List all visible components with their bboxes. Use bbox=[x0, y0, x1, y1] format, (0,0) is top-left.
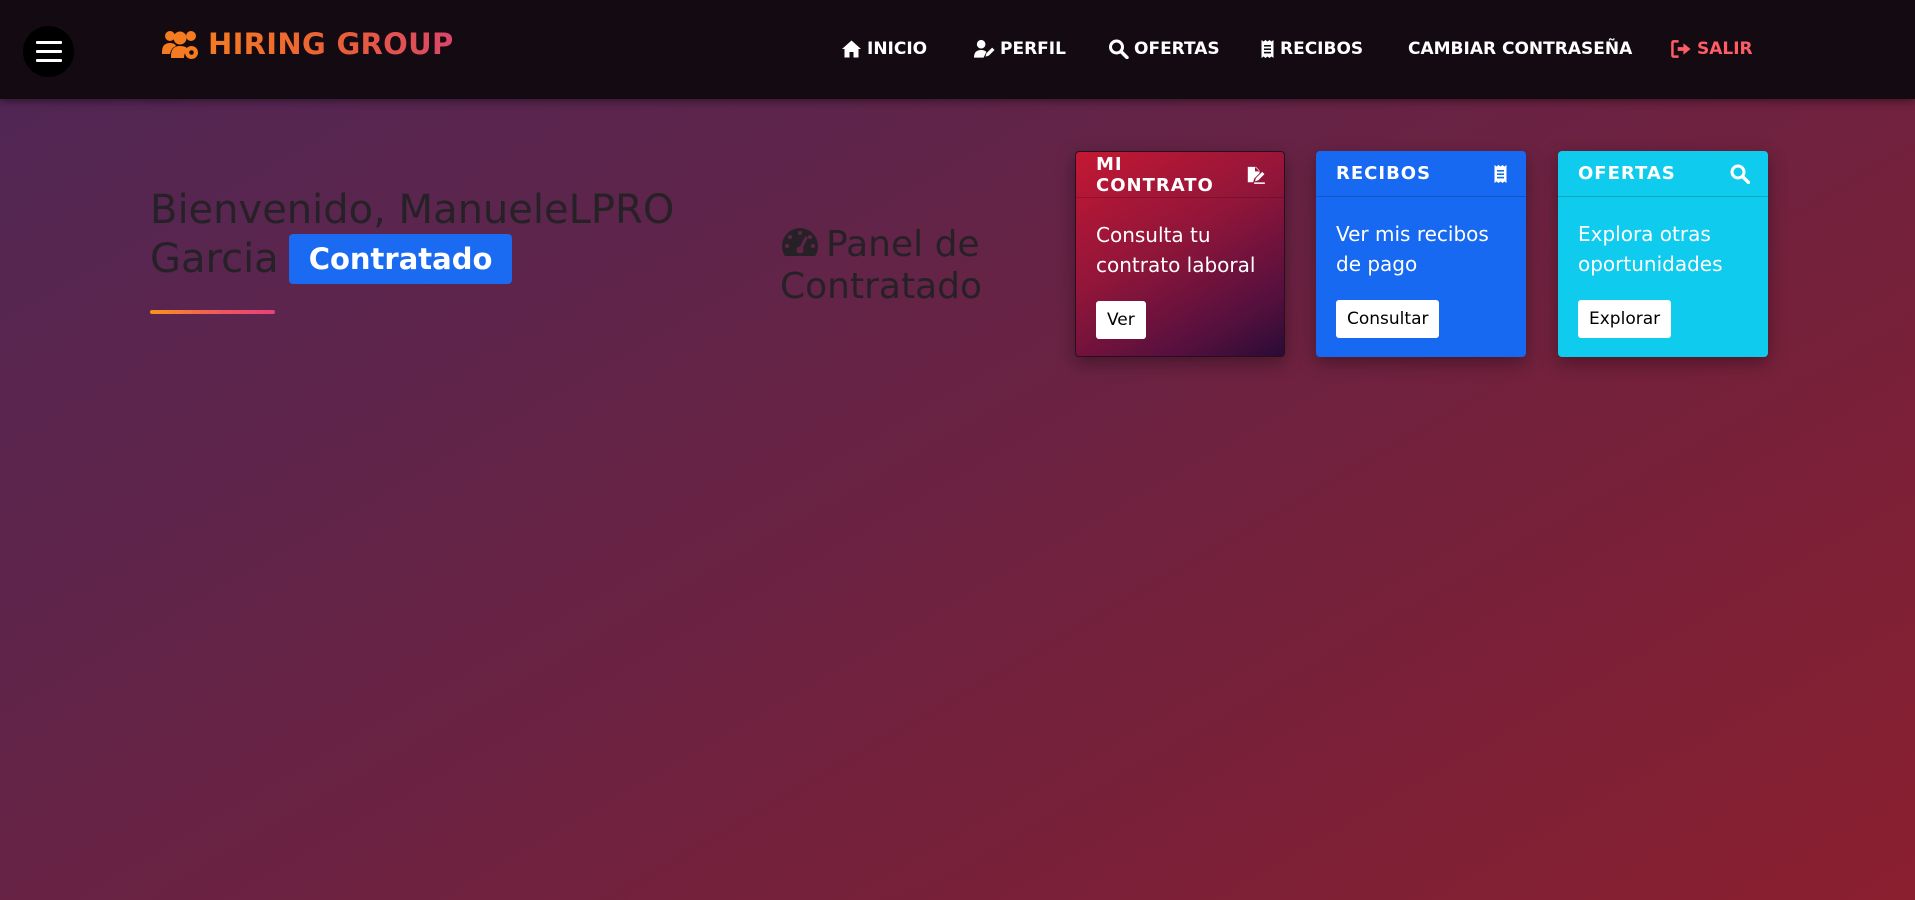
nav-link-label: OFERTAS bbox=[1134, 39, 1220, 59]
search-icon bbox=[1109, 39, 1129, 59]
card-description: Consulta tu contrato laboral bbox=[1096, 223, 1256, 277]
nav-link-label: SALIR bbox=[1697, 39, 1753, 59]
nav-link-label: PERFIL bbox=[1000, 39, 1066, 59]
card-body: Explora otras oportunidades Explorar bbox=[1558, 197, 1768, 338]
card-body: Consulta tu contrato laboral Ver bbox=[1076, 198, 1284, 339]
status-badge: Contratado bbox=[288, 234, 513, 284]
card-header: OFERTAS bbox=[1558, 151, 1768, 197]
contract-card: MI CONTRATO Consulta tu contrato laboral… bbox=[1075, 151, 1285, 357]
card-title: MI CONTRATO bbox=[1096, 153, 1214, 196]
welcome-surname: Garcia bbox=[150, 236, 279, 282]
hamburger-line bbox=[35, 50, 62, 53]
nav-link-label: RECIBOS bbox=[1280, 39, 1364, 59]
panel-title: Panel de Contratado bbox=[780, 224, 1010, 308]
card-header: MI CONTRATO bbox=[1076, 152, 1284, 198]
welcome-heading: Bienvenido, ManueleLPRO Garcia Contratad… bbox=[150, 186, 710, 284]
hamburger-line bbox=[35, 59, 62, 62]
nav-link-recibos[interactable]: RECIBOS bbox=[1260, 36, 1363, 62]
menu-toggle-button[interactable] bbox=[23, 26, 74, 77]
offers-card: OFERTAS Explora otras oportunidades Expl… bbox=[1558, 151, 1768, 357]
card-header: RECIBOS bbox=[1316, 151, 1526, 197]
card-description: Explora otras oportunidades bbox=[1578, 222, 1723, 276]
nav-link-perfil[interactable]: PERFIL bbox=[974, 36, 1066, 62]
card-title: OFERTAS bbox=[1578, 163, 1676, 184]
home-icon bbox=[842, 40, 861, 58]
nav-link-ofertas[interactable]: OFERTAS bbox=[1108, 36, 1220, 62]
explore-offers-button[interactable]: Explorar bbox=[1578, 300, 1672, 338]
receipts-card: RECIBOS Ver mis recibos de pago Consulta… bbox=[1316, 151, 1526, 357]
hamburger-line bbox=[35, 41, 62, 44]
card-title: RECIBOS bbox=[1336, 163, 1432, 184]
top-navbar: HIRING GROUP INICIO PERFIL OFERTAS RECIB… bbox=[0, 0, 1915, 99]
brand-logo[interactable]: HIRING GROUP bbox=[162, 26, 454, 62]
nav-link-label: INICIO bbox=[867, 39, 928, 59]
file-signature-icon bbox=[1248, 166, 1266, 184]
search-icon bbox=[1730, 164, 1750, 184]
card-description: Ver mis recibos de pago bbox=[1336, 222, 1489, 276]
sign-out-icon bbox=[1671, 40, 1691, 58]
welcome-divider bbox=[150, 310, 275, 314]
nav-link-salir[interactable]: SALIR bbox=[1671, 36, 1753, 62]
nav-link-inicio[interactable]: INICIO bbox=[841, 36, 927, 62]
receipt-icon bbox=[1494, 164, 1507, 183]
receipt-icon bbox=[1261, 40, 1274, 58]
welcome-name-row: Garcia Contratado bbox=[150, 234, 710, 284]
card-body: Ver mis recibos de pago Consultar bbox=[1316, 197, 1526, 338]
user-edit-icon bbox=[974, 39, 995, 58]
view-contract-button[interactable]: Ver bbox=[1096, 301, 1146, 339]
nav-link-cambiar-contrasena[interactable]: CAMBIAR CONTRASEÑA bbox=[1408, 36, 1632, 62]
brand-name: HIRING GROUP bbox=[208, 27, 454, 61]
nav-link-label: CAMBIAR CONTRASEÑA bbox=[1408, 39, 1633, 59]
users-cog-icon bbox=[162, 31, 198, 59]
view-receipts-button[interactable]: Consultar bbox=[1336, 300, 1440, 338]
dashboard-gauge-icon bbox=[782, 228, 818, 256]
welcome-line: Bienvenido, ManueleLPRO bbox=[150, 187, 675, 233]
